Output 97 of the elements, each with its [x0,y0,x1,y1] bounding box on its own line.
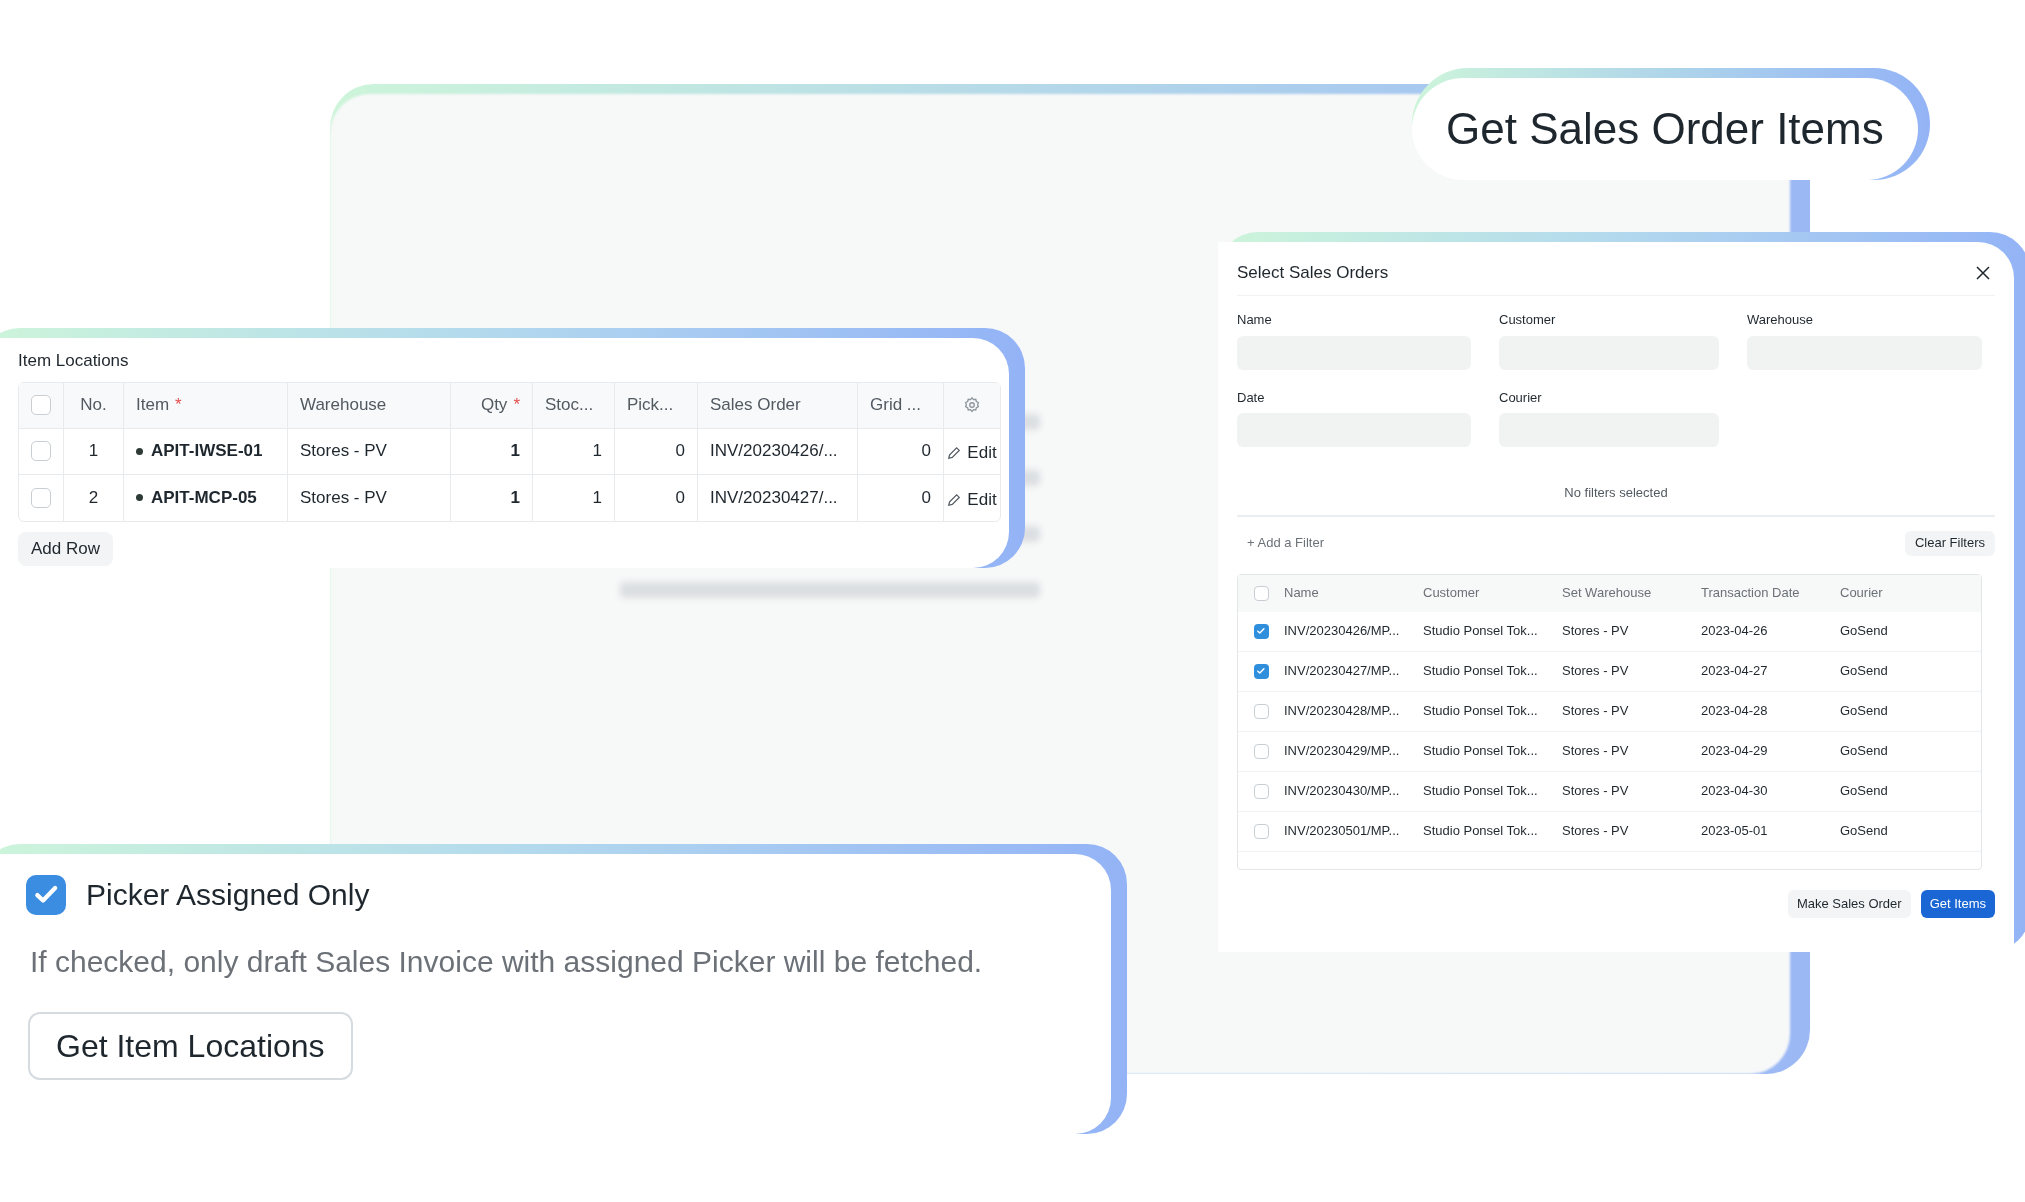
table-cell: Studio Ponsel Tok... [1423,703,1538,719]
table-cell: Studio Ponsel Tok... [1423,623,1538,639]
required-mark: * [513,394,520,417]
table-cell: Stores - PV [1562,743,1629,759]
table-cell: 2023-04-30 [1701,783,1768,799]
table-cell: GoSend [1840,783,1888,799]
column-header: Item [136,394,170,417]
table-cell: GoSend [1840,703,1888,719]
table-cell-text: 0 [675,486,685,509]
table-cell-text: 2 [88,486,99,509]
table-cell: Studio Ponsel Tok... [1423,663,1538,679]
table-cell: Stores - PV [1562,703,1629,719]
empty-state-text: No filters selected [1564,484,1668,502]
column-header: Qty [480,394,508,417]
select-all-checkbox[interactable] [31,395,51,415]
column-header: Grid ... [870,394,921,417]
table-cell: INV/20230427/MP... [1284,663,1400,679]
table-cell-text: APIT-IWSE-01 [151,440,263,463]
row-checkbox[interactable] [1253,623,1269,639]
row-checkbox[interactable] [1253,703,1269,719]
table-cell: GoSend [1840,823,1888,839]
column-header: Sales Order [710,394,801,417]
table-cell: INV/20230429/MP... [1284,743,1400,759]
table-cell: 2023-04-26 [1701,623,1768,639]
table-cell: Stores - PV [1562,783,1629,799]
column-header: Pick... [627,394,674,417]
pencil-icon [947,492,962,507]
table-cell-text: Stores - PV [300,440,387,463]
checkbox-label: Picker Assigned Only [86,877,370,913]
table-cell: Studio Ponsel Tok... [1423,783,1538,799]
check-icon [1256,666,1266,676]
table-cell-text: INV/20230427/... [710,486,838,509]
edit-button[interactable]: Edit [947,486,997,513]
table-cell-text: 0 [921,486,931,509]
table-cell: GoSend [1840,743,1888,759]
settings-icon[interactable] [963,396,981,414]
table-cell: Stores - PV [1562,823,1629,839]
table-cell: Studio Ponsel Tok... [1423,823,1538,839]
column-header: Customer [1423,585,1480,601]
table-cell-text: 1 [592,486,602,509]
dialog-title: Select Sales Orders [1237,261,1389,284]
table-cell: 2023-04-28 [1701,703,1768,719]
table-cell: INV/20230428/MP... [1284,703,1400,719]
table-cell: Stores - PV [1562,623,1629,639]
description-text: If checked, only draft Sales Invoice with assigned Picker will be fetched. [30,944,983,980]
table-cell: INV/20230430/MP... [1284,783,1400,799]
table-cell-text: APIT-MCP-05 [151,486,257,509]
row-checkbox[interactable] [1253,783,1269,799]
make-sales-order-button[interactable]: Make Sales Order [1787,889,1911,918]
table-cell: GoSend [1840,663,1888,679]
close-icon[interactable] [1975,264,1991,281]
field-label: Name [1237,311,1272,329]
row-checkbox[interactable] [1253,743,1269,759]
field-label: Date [1237,388,1265,407]
column-header: Transaction Date [1701,585,1800,601]
table-cell: Stores - PV [1562,663,1629,679]
table-cell-text: 1 [510,440,520,463]
table-cell-text: INV/20230426/... [710,440,838,463]
row-checkbox[interactable] [31,487,51,508]
check-icon [1256,626,1266,636]
table-cell: 2023-04-29 [1701,743,1768,759]
table-cell: INV/20230501/MP... [1284,823,1400,839]
row-checkbox[interactable] [1253,663,1269,679]
table-cell-text: 1 [510,486,520,509]
table-cell: INV/20230426/MP... [1284,623,1400,639]
picker-checkbox[interactable] [26,874,66,915]
pencil-icon [947,446,962,460]
column-header: Courier [1840,585,1883,601]
field-label: Warehouse [1747,311,1813,329]
table-cell: GoSend [1840,623,1888,639]
table-cell: 2023-05-01 [1701,823,1768,839]
column-header: Name [1284,585,1319,601]
add-row-button[interactable]: Add Row [18,531,113,566]
row-checkbox[interactable] [1253,823,1269,839]
table-cell-text: 0 [921,440,931,463]
table-cell-text: 1 [88,440,99,463]
select-all-checkbox[interactable] [1253,585,1269,601]
clear-filters-button[interactable]: Clear Filters [1904,530,1995,556]
column-header: Stoc... [545,394,594,417]
get-items-button[interactable]: Get Items [1920,889,1995,918]
column-header: Set Warehouse [1562,585,1652,601]
table-cell-text: 0 [675,440,685,463]
table-cell-text: Stores - PV [300,486,387,509]
table-cell-text: 1 [592,440,602,463]
column-header: Warehouse [300,394,387,417]
column-header: No. [80,394,107,417]
get-item-locations-button[interactable]: Get Item Locations [28,1012,353,1080]
field-label: Courier [1499,388,1542,407]
edit-button[interactable]: Edit [947,440,997,466]
table-cell: 2023-04-27 [1701,663,1768,679]
section-title: Item Locations [18,350,129,372]
add-filter-link[interactable]: + Add a Filter [1247,533,1324,553]
row-checkbox[interactable] [31,441,51,461]
callout-title: Get Sales Order Items [1446,104,1884,153]
field-label: Customer [1499,311,1556,329]
table-cell: Studio Ponsel Tok... [1423,743,1538,759]
required-mark: * [175,394,182,417]
